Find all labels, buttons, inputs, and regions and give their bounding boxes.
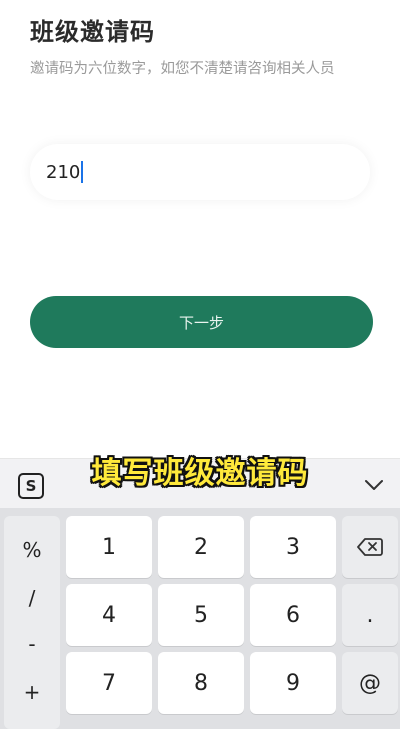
key-6[interactable]: 6 (250, 584, 336, 646)
page-title: 班级邀请码 (30, 18, 155, 46)
key-4[interactable]: 4 (66, 584, 152, 646)
text-cursor (81, 161, 84, 183)
invite-code-value: 210 (46, 161, 81, 183)
key-2[interactable]: 2 (158, 516, 244, 578)
key-at[interactable]: @ (342, 652, 398, 714)
key-percent[interactable]: % (4, 538, 60, 562)
key-plus[interactable]: + (4, 680, 60, 704)
backspace-key[interactable] (342, 516, 398, 578)
next-step-button[interactable]: 下一步 (30, 296, 373, 348)
key-1[interactable]: 1 (66, 516, 152, 578)
numeric-keyboard: % / - + 1 2 3 4 5 6 7 8 9 . @ (0, 508, 400, 729)
key-3[interactable]: 3 (250, 516, 336, 578)
key-7[interactable]: 7 (66, 652, 152, 714)
key-9[interactable]: 9 (250, 652, 336, 714)
backspace-icon (357, 538, 383, 556)
invite-code-input[interactable]: 210 (30, 144, 370, 200)
video-caption: 填写班级邀请码 (91, 456, 309, 491)
key-8[interactable]: 8 (158, 652, 244, 714)
hint-text: 邀请码为六位数字，如您不清楚请咨询相关人员 (30, 61, 335, 77)
symbol-column: % / - + (4, 516, 60, 729)
key-5[interactable]: 5 (158, 584, 244, 646)
key-minus[interactable]: - (4, 632, 60, 656)
key-slash[interactable]: / (4, 586, 60, 610)
key-dot[interactable]: . (342, 584, 398, 646)
